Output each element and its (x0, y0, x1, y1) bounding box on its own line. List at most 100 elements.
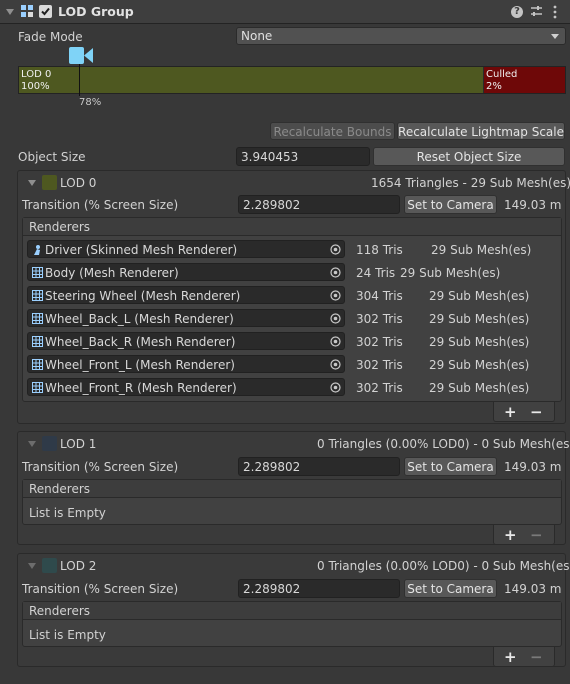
renderer-submesh-count: 29 Sub Mesh(es) (429, 289, 530, 303)
lod2-summary: 0 Triangles (0.00% LOD0) - 0 Sub Mesh(es… (317, 559, 570, 573)
renderer-triangle-count: 302 Tris (356, 312, 403, 326)
lod0-distance: 149.03 m (504, 198, 562, 212)
renderer-triangle-count: 118 Tris (356, 243, 403, 257)
mesh-renderer-icon (32, 336, 43, 347)
object-size-value: 3.940453 (241, 150, 299, 164)
renderer-row: Wheel_Back_R (Mesh Renderer) 302 Tris 29 S… (27, 332, 557, 351)
lod0-set-to-camera-button[interactable]: Set to Camera (404, 195, 497, 214)
mesh-renderer-icon (32, 382, 43, 393)
renderer-row: Wheel_Front_L (Mesh Renderer) 302 Tris 29 … (27, 355, 557, 374)
mesh-renderer-icon (32, 313, 43, 324)
object-size-field[interactable]: 3.940453 (236, 147, 370, 166)
renderer-triangle-count: 302 Tris (356, 358, 403, 372)
lod0-foldout-icon[interactable] (28, 180, 36, 186)
object-picker-icon[interactable] (330, 244, 341, 255)
renderer-object-field[interactable]: Body (Mesh Renderer) (27, 263, 345, 281)
lod1-remove-button[interactable]: − (530, 528, 543, 543)
foldout-arrow-icon[interactable] (6, 9, 14, 15)
renderer-row: Steering Wheel (Mesh Renderer) 304 Tris 29… (27, 286, 557, 305)
object-picker-icon[interactable] (330, 382, 341, 393)
lod0-color-swatch (42, 175, 57, 190)
lod1-renderers-header (23, 480, 561, 498)
more-options-icon[interactable] (552, 5, 558, 19)
lod0-remove-button[interactable]: − (530, 405, 543, 420)
renderer-object-field[interactable]: Driver (Skinned Mesh Renderer) (27, 240, 345, 258)
lod0-transition-field[interactable]: 2.289802 (238, 195, 400, 214)
lod2-foldout-icon[interactable] (28, 563, 36, 569)
renderer-submesh-count: 29 Sub Mesh(es) (400, 266, 501, 280)
renderer-submesh-count: 29 Sub Mesh(es) (431, 243, 532, 257)
mesh-renderer-icon (32, 290, 43, 301)
object-picker-icon[interactable] (330, 313, 341, 324)
lod0-add-button[interactable]: + (504, 405, 517, 420)
renderer-name: Driver (Skinned Mesh Renderer) (45, 243, 238, 257)
renderer-name: Wheel_Back_L (Mesh Renderer) (45, 312, 234, 326)
renderer-row: Wheel_Front_R (Mesh Renderer) 302 Tris 29 … (27, 378, 557, 397)
lod1-renderers-label: Renderers (29, 482, 91, 496)
lod2-list-footer (493, 647, 555, 667)
lod2-remove-button[interactable]: − (530, 650, 543, 665)
reset-object-size-button[interactable]: Reset Object Size (373, 147, 565, 166)
lod2-empty-text: List is Empty (29, 628, 106, 642)
renderer-object-field[interactable]: Wheel_Back_L (Mesh Renderer) (27, 309, 345, 327)
object-picker-icon[interactable] (330, 290, 341, 301)
lod1-transition-field[interactable]: 2.289802 (238, 457, 400, 476)
lod0-title: LOD 0 (60, 176, 97, 190)
lod2-renderers-label: Renderers (29, 604, 91, 618)
renderer-triangle-count: 24 Tris (356, 266, 396, 280)
lod0-renderers-label: Renderers (29, 220, 91, 234)
help-icon[interactable]: ? (511, 6, 523, 18)
object-size-label: Object Size (18, 150, 86, 164)
object-picker-icon[interactable] (330, 267, 341, 278)
lod0-segment-percent: 100% (21, 81, 50, 92)
renderer-name: Wheel_Front_R (Mesh Renderer) (45, 381, 237, 395)
lod1-set-to-camera-button[interactable]: Set to Camera (404, 457, 497, 476)
fade-mode-value: None (241, 29, 273, 43)
preset-icon[interactable] (530, 5, 543, 18)
lod0-transition-label: Transition (% Screen Size) (22, 198, 179, 212)
chevron-down-icon (551, 34, 559, 39)
lod2-set-to-camera-button[interactable]: Set to Camera (404, 579, 497, 598)
lod1-transition-label: Transition (% Screen Size) (22, 460, 179, 474)
renderer-submesh-count: 29 Sub Mesh(es) (429, 335, 530, 349)
renderer-object-field[interactable]: Wheel_Front_R (Mesh Renderer) (27, 378, 345, 396)
lod1-empty-text: List is Empty (29, 506, 106, 520)
enabled-checkbox[interactable] (39, 5, 52, 18)
lod2-color-swatch (42, 558, 57, 573)
renderer-submesh-count: 29 Sub Mesh(es) (429, 358, 530, 372)
lod2-add-button[interactable]: + (504, 650, 517, 665)
renderer-object-field[interactable]: Steering Wheel (Mesh Renderer) (27, 286, 345, 304)
lod0-summary: 1654 Triangles - 29 Sub Mesh(es) (371, 176, 570, 190)
renderer-object-field[interactable]: Wheel_Back_R (Mesh Renderer) (27, 332, 345, 350)
lod0-segment[interactable] (19, 67, 483, 93)
lod2-distance: 149.03 m (504, 582, 562, 596)
renderer-object-field[interactable]: Wheel_Front_L (Mesh Renderer) (27, 355, 345, 373)
mesh-renderer-icon (32, 267, 43, 278)
renderer-name: Steering Wheel (Mesh Renderer) (45, 289, 241, 303)
lod0-transition-value: 2.289802 (243, 198, 301, 212)
camera-icon[interactable] (69, 47, 94, 64)
lod2-transition-field[interactable]: 2.289802 (238, 579, 400, 598)
object-picker-icon[interactable] (330, 359, 341, 370)
lod1-title: LOD 1 (60, 437, 97, 451)
lod1-add-button[interactable]: + (504, 528, 517, 543)
renderer-name: Body (Mesh Renderer) (45, 266, 179, 280)
camera-position-marker[interactable] (79, 64, 80, 96)
lod1-color-swatch (42, 436, 57, 451)
lod0-segment-label: LOD 0 (21, 69, 52, 80)
fade-mode-dropdown[interactable]: None (236, 27, 566, 45)
lod1-list-footer (493, 525, 555, 545)
lod1-foldout-icon[interactable] (28, 441, 36, 447)
skinned-mesh-renderer-icon (32, 244, 43, 255)
lod2-transition-value: 2.289802 (243, 582, 301, 596)
recalculate-bounds-button[interactable]: Recalculate Bounds (270, 122, 395, 140)
lod0-list-footer (493, 402, 555, 422)
culled-segment-label: Culled (486, 69, 518, 80)
lod1-transition-value: 2.289802 (243, 460, 301, 474)
lod-bar[interactable]: LOD 0 100% Culled 2% (18, 66, 566, 94)
lod1-distance: 149.03 m (504, 460, 562, 474)
renderer-name: Wheel_Front_L (Mesh Renderer) (45, 358, 235, 372)
mesh-renderer-icon (32, 359, 43, 370)
object-picker-icon[interactable] (330, 336, 341, 347)
recalculate-lightmap-scale-button[interactable]: Recalculate Lightmap Scale (397, 122, 565, 140)
